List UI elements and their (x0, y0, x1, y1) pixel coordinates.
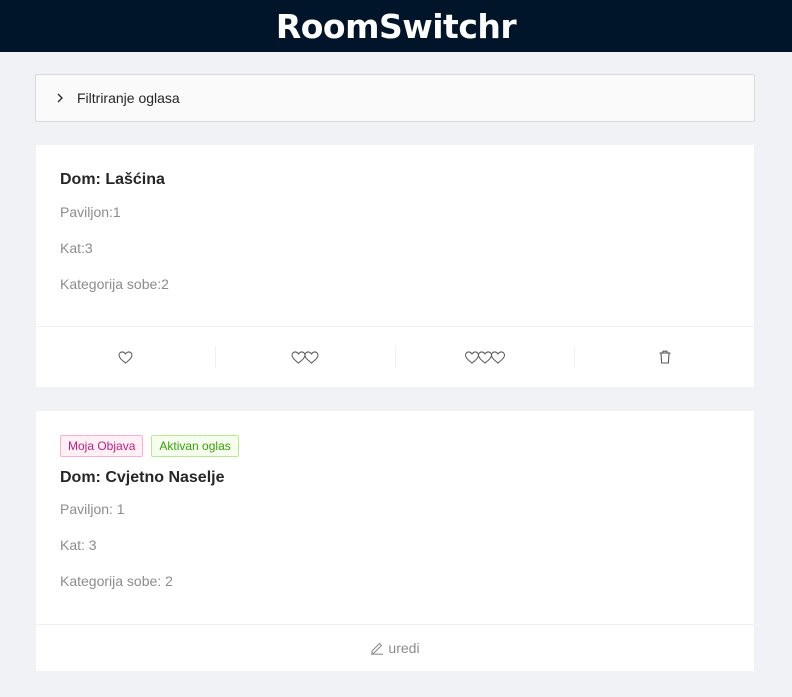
filter-collapse-header[interactable]: Filtriranje oglasa (35, 74, 755, 122)
my-post-tag: Moja Objava (60, 435, 144, 457)
my-listing-card: Moja Objava Aktivan oglas Dom: Cvjetno N… (36, 411, 754, 671)
two-hearts-icon (290, 350, 320, 364)
delete-icon (659, 350, 671, 364)
edit-label: uredi (388, 640, 420, 656)
like-one-heart-button[interactable] (36, 346, 215, 368)
card-actions: uredi (36, 624, 754, 671)
active-listing-tag: Aktivan oglas (151, 435, 239, 457)
edit-button[interactable]: uredi (370, 640, 420, 656)
listing-pavilion: Paviljon:1 (60, 204, 121, 220)
delete-button[interactable] (574, 346, 754, 368)
listing-room-category: Kategorija sobe: 2 (60, 573, 173, 589)
like-two-hearts-button[interactable] (214, 346, 395, 368)
app-header: RoomSwitchr (0, 0, 792, 52)
edit-icon (370, 641, 384, 655)
card-actions (36, 326, 754, 387)
listing-title: Dom: Lašćina (60, 171, 165, 188)
three-hearts-icon (463, 350, 507, 364)
listing-card: Dom: Lašćina Paviljon:1 Kat:3 Kategorija… (36, 145, 754, 387)
listing-floor: Kat:3 (60, 240, 93, 256)
listing-floor: Kat: 3 (60, 537, 97, 553)
like-three-hearts-button[interactable] (394, 346, 575, 368)
listing-room-category: Kategorija sobe:2 (60, 276, 169, 292)
tag-group: Moja Objava Aktivan oglas (60, 435, 730, 457)
listing-pavilion: Paviljon: 1 (60, 501, 125, 517)
filter-label: Filtriranje oglasa (77, 90, 180, 106)
listing-title: Dom: Cvjetno Naselje (60, 469, 225, 486)
app-title: RoomSwitchr (275, 6, 517, 46)
heart-icon (118, 350, 133, 364)
chevron-right-icon (54, 92, 66, 104)
